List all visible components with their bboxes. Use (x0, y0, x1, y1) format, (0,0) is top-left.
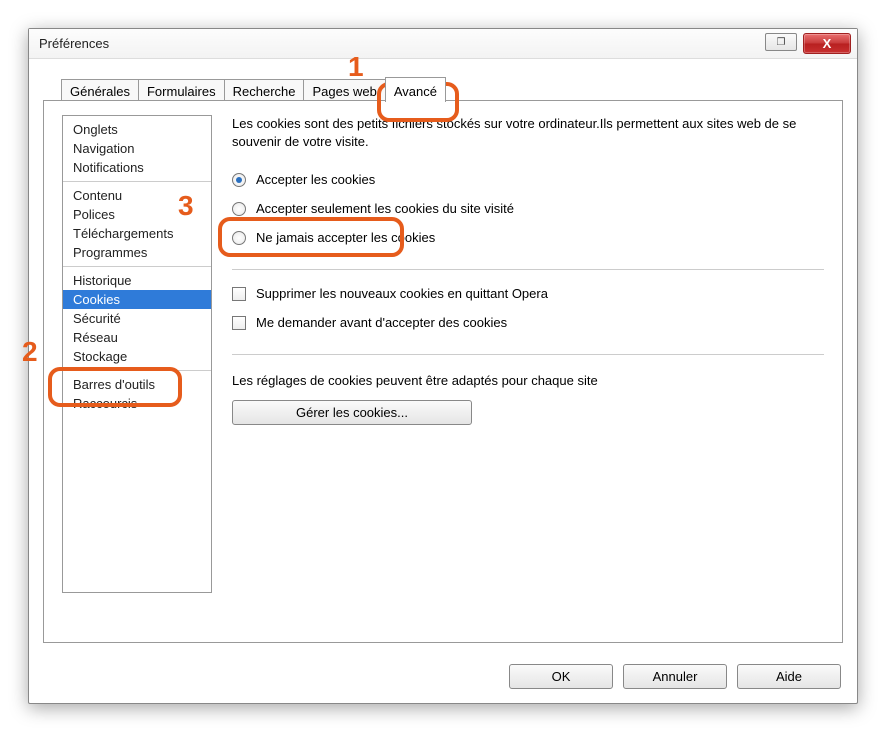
divider (232, 354, 824, 355)
sidebar-group-2: Contenu Polices Téléchargements Programm… (63, 182, 211, 267)
radio-label: Ne jamais accepter les cookies (256, 230, 435, 245)
sidebar-item-stockage[interactable]: Stockage (63, 347, 211, 366)
tab-generales[interactable]: Générales (61, 79, 139, 102)
preferences-window: Préférences ❐ X Générales Formulaires Re… (28, 28, 858, 704)
title-buttons: ❐ X (765, 33, 851, 54)
ok-button[interactable]: OK (509, 664, 613, 689)
sidebar-item-polices[interactable]: Polices (63, 205, 211, 224)
radio-label: Accepter les cookies (256, 172, 375, 187)
dialog-buttons: OK Annuler Aide (509, 664, 843, 689)
sidebar-group-1: Onglets Navigation Notifications (63, 116, 211, 182)
sidebar-item-navigation[interactable]: Navigation (63, 139, 211, 158)
cookies-intro-text: Les cookies sont des petits fichiers sto… (232, 115, 824, 150)
sidebar: Onglets Navigation Notifications Contenu… (62, 115, 212, 593)
radio-icon (232, 173, 246, 187)
sidebar-item-raccourcis[interactable]: Raccourcis (63, 394, 211, 413)
radio-accept-cookies[interactable]: Accepter les cookies (232, 172, 824, 187)
sidebar-item-onglets[interactable]: Onglets (63, 120, 211, 139)
radio-accept-site-only[interactable]: Accepter seulement les cookies du site v… (232, 201, 824, 216)
window-title: Préférences (39, 36, 765, 51)
radio-icon (232, 231, 246, 245)
tab-panel-avance: Onglets Navigation Notifications Contenu… (43, 100, 843, 643)
help-button[interactable]: Aide (737, 664, 841, 689)
titlebar: Préférences ❐ X (29, 29, 857, 59)
check-ask-before-accept[interactable]: Me demander avant d'accepter des cookies (232, 315, 824, 330)
sidebar-item-programmes[interactable]: Programmes (63, 243, 211, 262)
manage-cookies-button[interactable]: Gérer les cookies... (232, 400, 472, 425)
tabs: Générales Formulaires Recherche Pages we… (61, 73, 843, 101)
sidebar-item-cookies[interactable]: Cookies (63, 290, 211, 309)
sidebar-group-4: Barres d'outils Raccourcis (63, 371, 211, 417)
sidebar-item-reseau[interactable]: Réseau (63, 328, 211, 347)
site-settings-note: Les réglages de cookies peuvent être ada… (232, 373, 824, 388)
sidebar-item-securite[interactable]: Sécurité (63, 309, 211, 328)
cookies-settings-pane: Les cookies sont des petits fichiers sto… (232, 115, 824, 628)
divider (232, 269, 824, 270)
close-button[interactable]: X (803, 33, 851, 54)
radio-icon (232, 202, 246, 216)
radio-never-accept[interactable]: Ne jamais accepter les cookies (232, 230, 824, 245)
tab-formulaires[interactable]: Formulaires (138, 79, 225, 102)
tab-avance[interactable]: Avancé (385, 77, 446, 102)
sidebar-item-historique[interactable]: Historique (63, 271, 211, 290)
sidebar-item-notifications[interactable]: Notifications (63, 158, 211, 177)
sidebar-item-barres-outils[interactable]: Barres d'outils (63, 375, 211, 394)
tab-recherche[interactable]: Recherche (224, 79, 305, 102)
cancel-button[interactable]: Annuler (623, 664, 727, 689)
content-area: Générales Formulaires Recherche Pages we… (43, 73, 843, 689)
tab-pages-web[interactable]: Pages web (303, 79, 385, 102)
checkbox-icon (232, 316, 246, 330)
radio-label: Accepter seulement les cookies du site v… (256, 201, 514, 216)
sidebar-group-3: Historique Cookies Sécurité Réseau Stock… (63, 267, 211, 371)
maximize-icon[interactable]: ❐ (765, 33, 797, 51)
sidebar-item-contenu[interactable]: Contenu (63, 186, 211, 205)
sidebar-item-telechargements[interactable]: Téléchargements (63, 224, 211, 243)
check-label: Supprimer les nouveaux cookies en quitta… (256, 286, 548, 301)
check-label: Me demander avant d'accepter des cookies (256, 315, 507, 330)
checkbox-icon (232, 287, 246, 301)
check-delete-on-exit[interactable]: Supprimer les nouveaux cookies en quitta… (232, 286, 824, 301)
